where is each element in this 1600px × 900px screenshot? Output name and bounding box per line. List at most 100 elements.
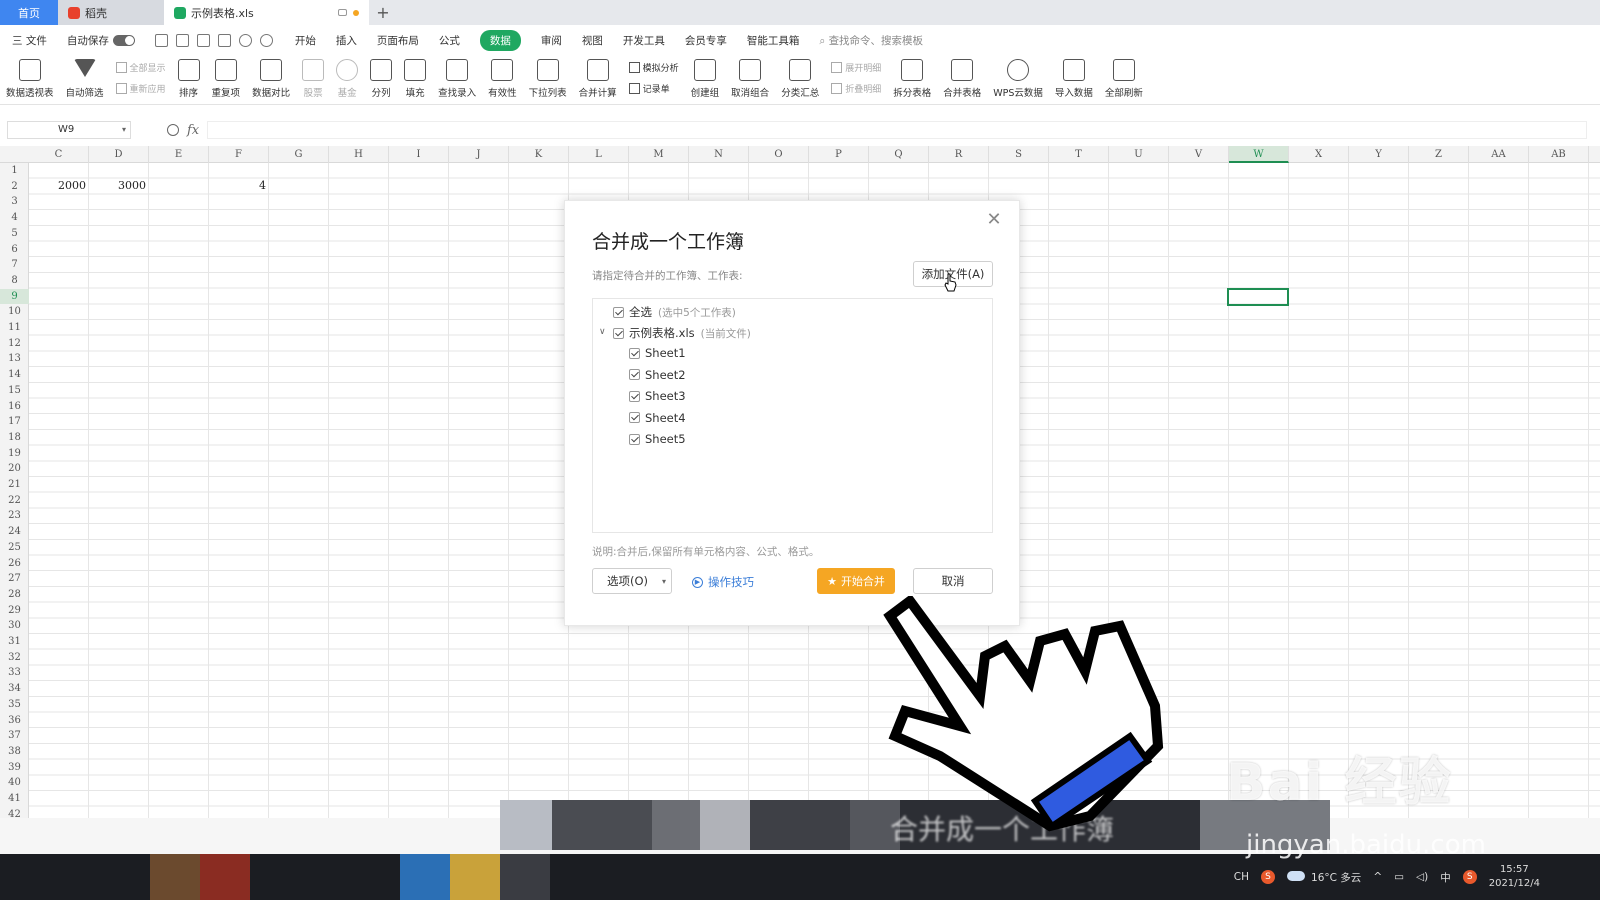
lookup-entry-button[interactable]: 查找录入 xyxy=(438,55,476,99)
row-header-cell[interactable]: 30 xyxy=(0,618,29,634)
column-header-cell[interactable]: Y xyxy=(1349,146,1409,163)
cancel-button[interactable]: 取消 xyxy=(913,568,993,594)
checkbox-checked-icon[interactable] xyxy=(629,433,640,445)
command-search[interactable]: ⌕ 查找命令、搜索模板 xyxy=(819,33,923,48)
row-header-cell[interactable]: 16 xyxy=(0,399,29,415)
fund-button[interactable]: 基金 xyxy=(336,55,359,99)
print-icon[interactable] xyxy=(196,33,210,47)
cell-f2[interactable]: 4 xyxy=(209,179,266,192)
column-header-cell[interactable]: AB xyxy=(1529,146,1589,163)
row-header-cell[interactable]: 12 xyxy=(0,336,29,352)
sort-button[interactable]: 排序 xyxy=(177,55,200,99)
select-all-item[interactable]: 全选 (选中5个工作表) xyxy=(613,304,736,320)
checkbox-checked-icon[interactable] xyxy=(629,390,640,402)
volume-icon[interactable]: ◁) xyxy=(1416,871,1428,883)
row-header-cell[interactable]: 36 xyxy=(0,713,29,729)
tab-example-xls[interactable]: 示例表格.xls xyxy=(164,0,369,25)
tab-home[interactable]: 首页 xyxy=(0,0,58,25)
menu-item[interactable]: 审阅 xyxy=(541,33,562,48)
chevron-down-icon[interactable]: ∨ xyxy=(599,327,606,337)
taskbar-app[interactable] xyxy=(500,854,550,900)
sheet-item[interactable]: Sheet3 xyxy=(629,389,686,403)
stock-button[interactable]: 股票 xyxy=(302,55,325,99)
row-header-cell[interactable]: 10 xyxy=(0,304,29,320)
row-header-cell[interactable]: 1 xyxy=(0,163,29,179)
column-header-cell[interactable]: P xyxy=(809,146,869,163)
column-header-cell[interactable]: V xyxy=(1169,146,1229,163)
column-header-cell[interactable]: X xyxy=(1289,146,1349,163)
reapply-button[interactable]: 重新应用 xyxy=(115,82,166,95)
taskbar-app[interactable] xyxy=(400,854,450,900)
create-group-button[interactable]: 创建组 xyxy=(691,55,719,99)
column-header-cell[interactable]: F xyxy=(209,146,269,163)
row-header-cell[interactable]: 24 xyxy=(0,524,29,540)
consolidate-button[interactable]: 合并计算 xyxy=(579,55,617,99)
row-header-cell[interactable]: 19 xyxy=(0,446,29,462)
column-header-cell[interactable]: L xyxy=(569,146,629,163)
menu-item[interactable]: 视图 xyxy=(582,33,603,48)
autosave-toggle[interactable]: 自动保存 xyxy=(67,33,135,48)
tab-daoke[interactable]: 稻壳 xyxy=(58,0,164,25)
column-header-cell[interactable]: Z xyxy=(1409,146,1469,163)
menu-item[interactable]: 开发工具 xyxy=(623,33,665,48)
export-icon[interactable] xyxy=(175,33,189,47)
column-header-cell[interactable]: O xyxy=(749,146,809,163)
sheet-item[interactable]: Sheet1 xyxy=(629,346,686,360)
checkbox-checked-icon[interactable] xyxy=(629,347,640,359)
column-header-cell[interactable]: C xyxy=(29,146,89,163)
checkbox-checked-icon[interactable] xyxy=(613,327,624,339)
chevron-up-icon[interactable]: ^ xyxy=(1373,871,1382,883)
save-icon[interactable] xyxy=(154,33,168,47)
row-header-cell[interactable]: 9 xyxy=(0,288,29,305)
column-header-cell[interactable]: U xyxy=(1109,146,1169,163)
column-header-cell[interactable]: R xyxy=(929,146,989,163)
refresh-all-button[interactable]: 全部刷新 xyxy=(1105,55,1143,99)
row-header-cell[interactable]: 38 xyxy=(0,744,29,760)
column-header-cell[interactable]: T xyxy=(1049,146,1109,163)
row-header-cell[interactable]: 26 xyxy=(0,556,29,572)
menu-item[interactable]: 插入 xyxy=(336,33,357,48)
column-header-cell[interactable]: K xyxy=(509,146,569,163)
dropdown-list-button[interactable]: 下拉列表 xyxy=(529,55,567,99)
ungroup-button[interactable]: 取消组合 xyxy=(731,55,769,99)
row-header-cell[interactable]: 29 xyxy=(0,603,29,619)
autofilter-button[interactable]: 自动筛选 xyxy=(66,55,104,99)
row-header-cell[interactable]: 21 xyxy=(0,477,29,493)
row-header-cell[interactable]: 40 xyxy=(0,775,29,791)
wps-cloud-data-button[interactable]: WPS云数据 xyxy=(993,55,1043,99)
duplicates-button[interactable]: 重复项 xyxy=(212,55,240,99)
collapse-detail-button[interactable]: 折叠明细 xyxy=(831,82,881,95)
file-menu[interactable]: 三 文件 xyxy=(12,33,47,48)
row-header-cell[interactable]: 14 xyxy=(0,367,29,383)
column-header-cell[interactable]: G xyxy=(269,146,329,163)
column-header-cell[interactable]: Q xyxy=(869,146,929,163)
split-column-button[interactable]: 分列 xyxy=(370,55,393,99)
sogou-icon[interactable]: S xyxy=(1462,870,1477,884)
row-header-cell[interactable]: 11 xyxy=(0,320,29,336)
cell-c2[interactable]: 2000 xyxy=(29,179,86,192)
show-all-button[interactable]: 全部显示 xyxy=(115,61,166,74)
menu-item[interactable]: 开始 xyxy=(295,33,316,48)
workbook-item[interactable]: 示例表格.xls (当前文件) xyxy=(613,325,751,341)
undo-icon[interactable] xyxy=(238,33,252,47)
row-header-cell[interactable]: 41 xyxy=(0,791,29,807)
row-header-cell[interactable]: 39 xyxy=(0,760,29,776)
split-table-button[interactable]: 拆分表格 xyxy=(893,55,931,99)
pivot-table-button[interactable]: 数据透视表 xyxy=(6,55,54,99)
row-header-cell[interactable]: 20 xyxy=(0,461,29,477)
column-header-cell[interactable]: N xyxy=(689,146,749,163)
menu-item[interactable]: 页面布局 xyxy=(377,33,419,48)
checkbox-checked-icon[interactable] xyxy=(629,369,640,380)
row-header-cell[interactable]: 22 xyxy=(0,493,29,509)
network-icon[interactable]: ▭ xyxy=(1394,871,1404,883)
active-cell[interactable] xyxy=(1227,288,1289,306)
row-header-cell[interactable]: 5 xyxy=(0,226,29,242)
sheet-item[interactable]: Sheet5 xyxy=(629,432,686,446)
checkbox-checked-icon[interactable] xyxy=(629,412,640,423)
formula-input[interactable] xyxy=(207,121,1588,139)
row-header-cell[interactable]: 33 xyxy=(0,665,29,681)
subtotal-button[interactable]: 分类汇总 xyxy=(781,55,819,99)
record-form-button[interactable]: 记录单 xyxy=(628,82,679,95)
new-tab-button[interactable]: + xyxy=(369,0,397,25)
row-header-cell[interactable]: 37 xyxy=(0,728,29,744)
